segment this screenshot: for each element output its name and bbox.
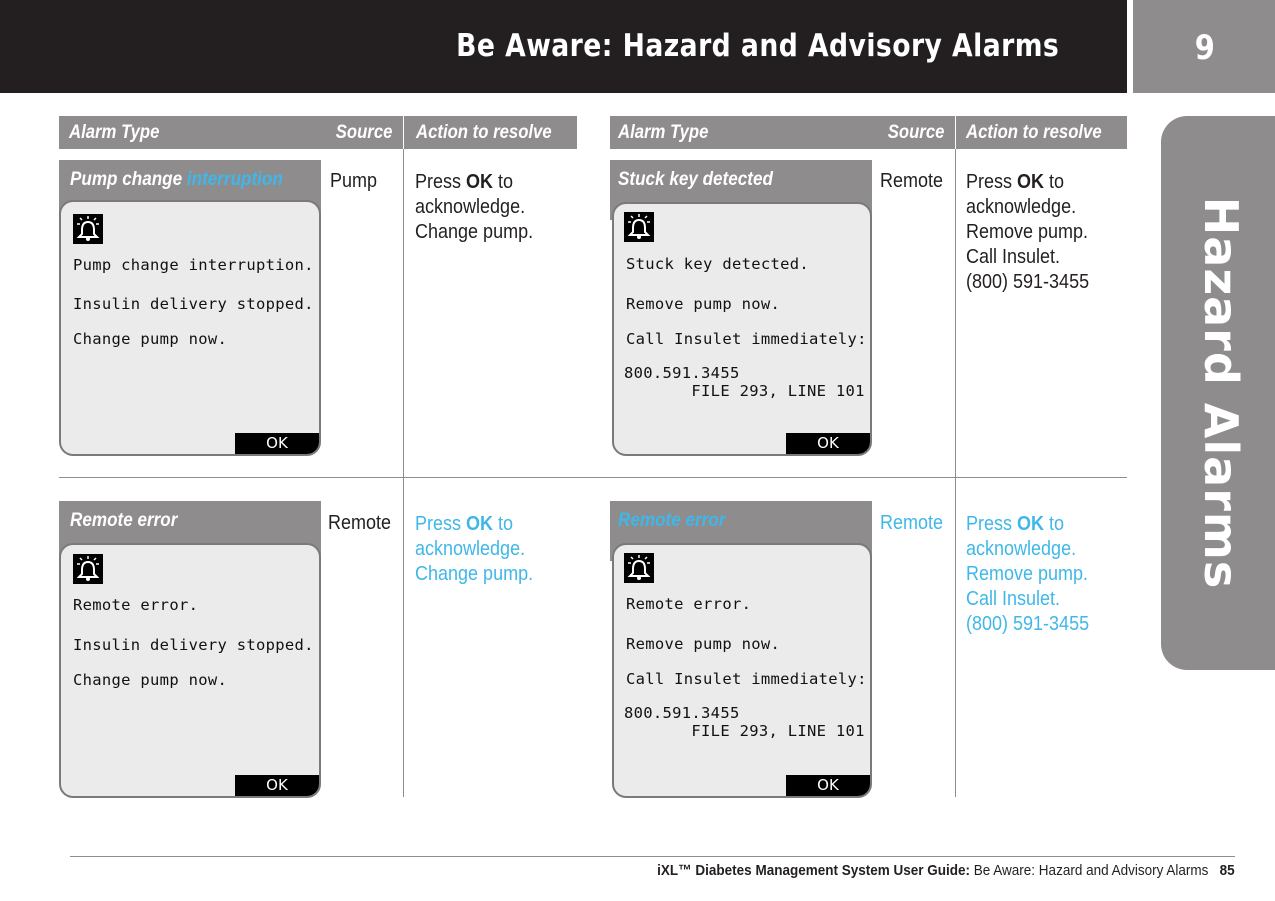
footer: iXL™ Diabetes Management System User Gui… (657, 862, 1235, 879)
chapter-box: 9 (1133, 0, 1275, 93)
alarm-source: Remote (880, 170, 944, 192)
screen-line: Insulin delivery stopped. (73, 636, 314, 654)
alarm-action: Press OK to acknowledge. Change pump. (415, 171, 534, 243)
chapter-number: 9 (1194, 28, 1215, 68)
pdm-screen: Remote error. Remove pump now. Call Insu… (612, 543, 872, 798)
alarm-type-label: Remote error (70, 510, 178, 531)
screen-line: 800.591.3455 (624, 364, 740, 382)
header-source: Source (887, 122, 944, 143)
alarm-bell-icon (73, 214, 103, 244)
header-action: Action to resolve (416, 122, 552, 143)
header-divider (403, 116, 404, 149)
alarm-source: Remote (328, 512, 392, 534)
ok-button[interactable]: OK (786, 775, 870, 796)
pdm-screen: Remote error. Insulin delivery stopped. … (59, 543, 321, 798)
header-source: Source (335, 122, 392, 143)
row-divider (59, 477, 1127, 478)
side-tab-label: Hazard Alarms (1194, 196, 1248, 590)
alarm-label-bar: Pump change interruption (59, 160, 321, 200)
screen-line: Remote error. (626, 595, 752, 613)
alarm-source: Remote (880, 512, 944, 534)
screen-line: Remote error. (73, 596, 199, 614)
header-bar: Be Aware: Hazard and Advisory Alarms (0, 0, 1127, 93)
screen-line: Change pump now. (73, 671, 228, 689)
footer-divider (70, 856, 1235, 857)
column-divider (403, 149, 404, 797)
header-alarm-type: Alarm Type (618, 122, 709, 143)
header-alarm-type: Alarm Type (69, 122, 160, 143)
page-number: 85 (1219, 862, 1235, 879)
alarm-type-label: Stuck key detected (618, 169, 773, 190)
alarm-source: Pump (330, 170, 378, 192)
pdm-screen: Stuck key detected. Remove pump now. Cal… (612, 202, 872, 456)
screen-line: Stuck key detected. (626, 255, 810, 273)
screen-line: Remove pump now. (626, 295, 781, 313)
screen-line: Pump change interruption. (73, 256, 314, 274)
ok-button[interactable]: OK (786, 433, 870, 454)
alarm-label-bar: Stuck key detected (610, 160, 872, 200)
alarm-action: Press OK to acknowledge. Change pump. (415, 513, 534, 585)
alarm-label-bar: Remote error (59, 501, 321, 541)
screen-line: Insulin delivery stopped. (73, 295, 314, 313)
header-divider (955, 116, 956, 149)
screen-line: Call Insulet immediately: (626, 670, 867, 688)
ok-button[interactable]: OK (235, 775, 319, 796)
screen-line: FILE 293, LINE 101 (624, 722, 865, 740)
column-divider (955, 149, 956, 797)
alarm-label-bar: Remote error (610, 501, 872, 541)
alarm-type-label: Remote error (618, 510, 726, 531)
alarm-bell-icon (624, 553, 654, 583)
alarm-bell-icon (73, 554, 103, 584)
side-tab[interactable]: Hazard Alarms (1161, 116, 1275, 670)
table-header-right: Alarm Type Source Action to resolve (610, 116, 1127, 149)
header-action: Action to resolve (966, 122, 1102, 143)
page-title: Be Aware: Hazard and Advisory Alarms (455, 28, 1059, 64)
ok-button[interactable]: OK (235, 433, 319, 454)
pdm-screen: Pump change interruption. Insulin delive… (59, 200, 321, 456)
footer-guide-label: iXL™ Diabetes Management System User Gui… (657, 862, 971, 879)
screen-line: FILE 293, LINE 101 (624, 382, 865, 400)
alarm-action: Press OK to acknowledge. Remove pump. Ca… (966, 513, 1090, 635)
screen-line: Remove pump now. (626, 635, 781, 653)
table-header-left: Alarm Type Source Action to resolve (59, 116, 577, 149)
screen-line: Call Insulet immediately: (626, 330, 867, 348)
alarm-type-label: Pump change interruption (70, 169, 283, 190)
footer-section: Be Aware: Hazard and Advisory Alarms (970, 862, 1209, 879)
alarm-bell-icon (624, 212, 654, 242)
alarm-action: Press OK to acknowledge. Remove pump. Ca… (966, 171, 1090, 293)
screen-line: Change pump now. (73, 330, 228, 348)
screen-line: 800.591.3455 (624, 704, 740, 722)
